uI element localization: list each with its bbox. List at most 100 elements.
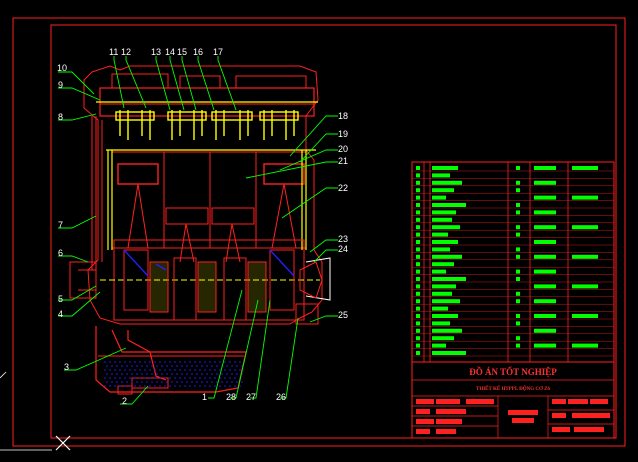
parts-row-mark — [516, 203, 520, 207]
oil-dot — [126, 373, 128, 375]
title-block-subtitle: THIẾT KẾ HTPPL ĐỘNG CƠ Z6 — [476, 386, 550, 392]
parts-row-mark — [416, 188, 420, 193]
oil-dot — [171, 381, 173, 383]
parts-row-mark — [534, 195, 556, 200]
oil-dot — [201, 381, 203, 383]
oil-dot — [204, 361, 206, 363]
title-block-field-mark — [416, 429, 430, 434]
oil-dot — [144, 385, 146, 387]
oil-dot — [149, 361, 151, 363]
oil-dot — [124, 385, 126, 387]
oil-dot — [139, 377, 141, 379]
callout-16: 16 — [193, 47, 203, 57]
parts-row-mark — [534, 314, 556, 318]
parts-row-mark — [516, 314, 520, 318]
oil-dot — [129, 385, 131, 387]
oil-dot — [216, 365, 218, 367]
oil-dot — [146, 381, 148, 383]
oil-dot — [144, 369, 146, 371]
oil-dot — [131, 381, 133, 383]
callout-17: 17 — [213, 47, 223, 57]
parts-row-mark — [416, 291, 420, 296]
title-block: ĐỒ ÁN TỐT NGHIỆP THIẾT KẾ HTPPL ĐỘNG CƠ … — [411, 361, 615, 439]
callout-9: 9 — [58, 80, 63, 90]
parts-row-mark — [416, 343, 420, 348]
oil-dot — [189, 361, 191, 363]
oil-dot — [179, 385, 181, 387]
oil-dot — [214, 377, 216, 379]
parts-row-mark — [534, 180, 556, 185]
oil-dot — [196, 373, 198, 375]
parts-row-mark — [534, 269, 556, 274]
oil-dot — [124, 361, 126, 363]
oil-dot — [211, 373, 213, 375]
oil-dot — [109, 385, 111, 387]
oil-dot — [184, 361, 186, 363]
parts-row-mark — [416, 203, 420, 207]
title-block-field-mark — [436, 409, 466, 414]
oil-dot — [156, 373, 158, 375]
parts-row-mark — [516, 321, 520, 326]
callout-6: 6 — [58, 248, 63, 258]
oil-dot — [176, 373, 178, 375]
oil-dot — [116, 381, 118, 383]
parts-row-mark — [416, 277, 420, 281]
oil-dot — [181, 365, 183, 367]
parts-row-mark — [416, 299, 420, 304]
oil-dot — [219, 369, 221, 371]
oil-dot — [106, 381, 108, 383]
parts-row-mark — [416, 262, 420, 267]
oil-dot — [191, 365, 193, 367]
parts-row-mark — [416, 254, 420, 259]
oil-dot — [144, 361, 146, 363]
oil-dot — [134, 377, 136, 379]
parts-row-mark — [432, 262, 454, 267]
parts-row-mark — [432, 299, 460, 304]
parts-row-mark — [432, 321, 450, 326]
title-block-field-mark — [590, 399, 608, 404]
oil-dot — [229, 369, 231, 371]
parts-row-mark — [432, 180, 462, 185]
oil-dot — [226, 365, 228, 367]
parts-row-mark — [534, 299, 556, 304]
oil-dot — [199, 385, 201, 387]
parts-row-mark — [572, 254, 598, 259]
oil-dot — [156, 381, 158, 383]
oil-dot — [156, 365, 158, 367]
oil-dot — [181, 381, 183, 383]
title-block-field-mark — [552, 413, 566, 418]
oil-dot — [166, 373, 168, 375]
oil-dot — [229, 377, 231, 379]
callout-7: 7 — [58, 220, 63, 230]
oil-dot — [139, 361, 141, 363]
oil-dot — [104, 369, 106, 371]
oil-dot — [161, 381, 163, 383]
parts-row-mark — [432, 166, 458, 170]
oil-dot — [224, 377, 226, 379]
oil-dot — [106, 373, 108, 375]
parts-row-mark — [572, 195, 598, 200]
oil-dot — [109, 369, 111, 371]
callout-23: 23 — [338, 234, 348, 244]
oil-dot — [119, 385, 121, 387]
oil-dot — [204, 369, 206, 371]
oil-dot — [119, 369, 121, 371]
parts-row-mark — [432, 217, 452, 222]
parts-row-mark — [416, 328, 420, 333]
parts-row-mark — [432, 225, 460, 230]
title-block-title: ĐỒ ÁN TỐT NGHIỆP — [469, 367, 557, 377]
callout-13: 13 — [151, 47, 161, 57]
parts-row-mark — [516, 291, 520, 296]
oil-dot — [159, 361, 161, 363]
oil-dot — [169, 377, 171, 379]
callout-20: 20 — [338, 144, 348, 154]
oil-dot — [136, 381, 138, 383]
oil-dot — [141, 365, 143, 367]
callout-15: 15 — [177, 47, 187, 57]
parts-row-mark — [432, 173, 450, 178]
callout-5: 5 — [58, 294, 63, 304]
title-block-field-mark — [512, 418, 534, 423]
oil-dot — [174, 369, 176, 371]
parts-row-mark — [534, 254, 556, 259]
oil-dot — [209, 361, 211, 363]
